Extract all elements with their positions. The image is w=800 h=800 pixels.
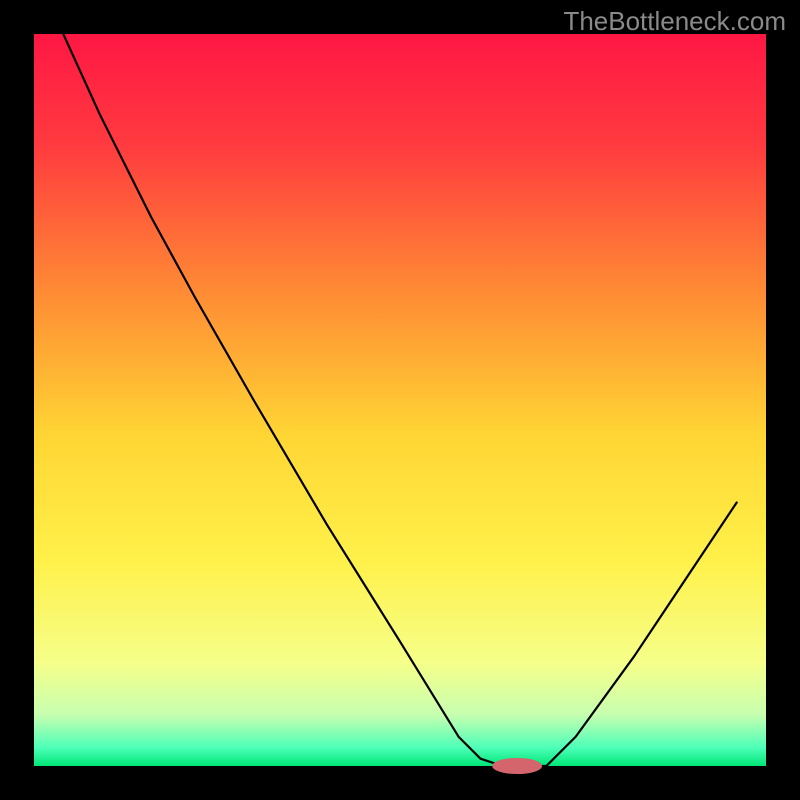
plot-background bbox=[34, 34, 766, 766]
bottleneck-chart bbox=[0, 0, 800, 800]
optimum-marker bbox=[492, 758, 542, 774]
watermark-text: TheBottleneck.com bbox=[563, 6, 786, 37]
chart-container: TheBottleneck.com bbox=[0, 0, 800, 800]
